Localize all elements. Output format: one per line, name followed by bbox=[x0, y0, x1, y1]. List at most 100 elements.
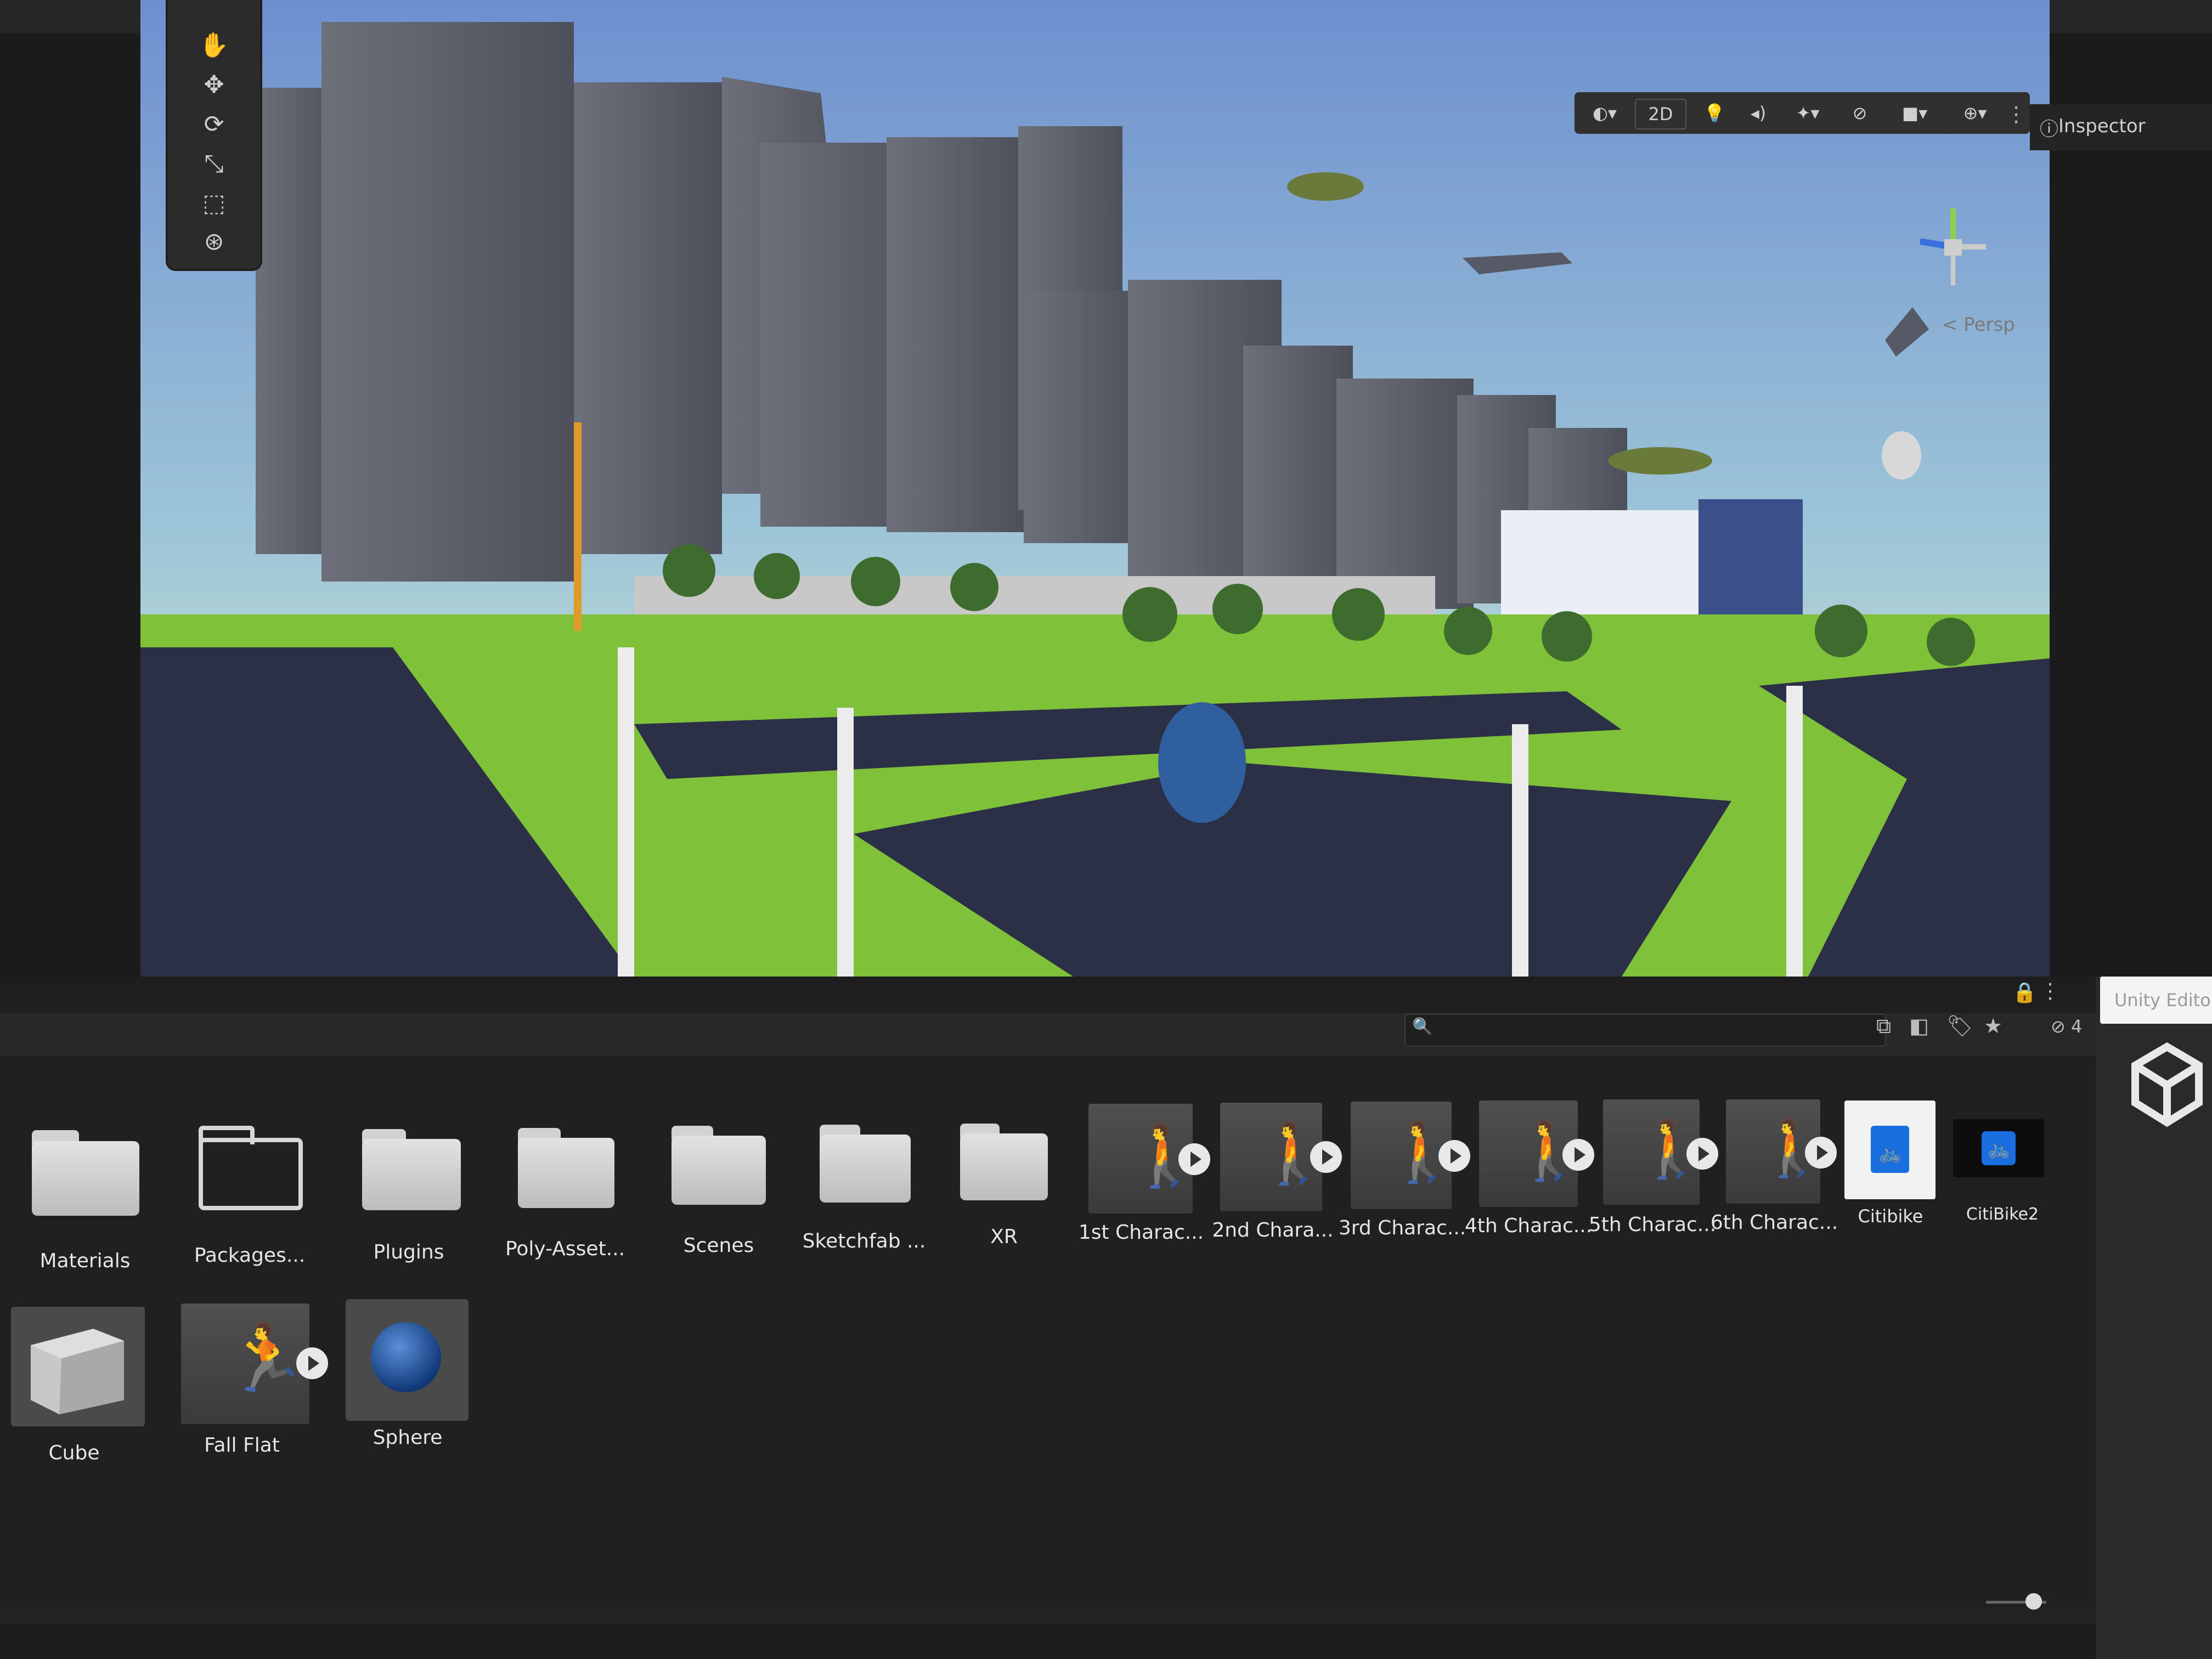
panel-menu-kebab[interactable]: ⋮ bbox=[2040, 979, 2061, 1003]
project-search-input[interactable] bbox=[1404, 1014, 1886, 1047]
lighting-toggle[interactable]: 💡 bbox=[1695, 99, 1734, 127]
effects-icon: ✦▾ bbox=[1796, 103, 1820, 123]
asset-label: Fall Flat bbox=[204, 1434, 280, 1457]
asset-label: Cube bbox=[48, 1442, 100, 1464]
scale-tool[interactable]: ⤡ bbox=[185, 147, 242, 181]
scene-tools-panel: ✋ ✥ ⟳ ⤡ ⬚ ⊛ bbox=[168, 0, 260, 269]
asset-label: XR bbox=[990, 1226, 1018, 1248]
eye-off-icon: ⊘ bbox=[2051, 1016, 2066, 1037]
scene-render bbox=[140, 0, 2050, 977]
orientation-gizmo[interactable] bbox=[1887, 187, 2019, 318]
eye-off-icon: ⊘ bbox=[1852, 103, 1867, 123]
inspector-tab-label: Inspector bbox=[2058, 115, 2146, 137]
scale-icon: ⤡ bbox=[204, 150, 224, 178]
unity-logo-icon bbox=[2131, 1042, 2203, 1127]
rect-tool[interactable]: ⬚ bbox=[185, 187, 242, 221]
play-animation-button[interactable] bbox=[1310, 1141, 1342, 1173]
hidden-objects-toggle[interactable]: ⊘ bbox=[1838, 99, 1882, 127]
folder-poly-assets[interactable] bbox=[518, 1128, 614, 1209]
camera-dropdown[interactable]: ■▾ bbox=[1887, 99, 1942, 127]
fall-flat-animation-asset[interactable]: 🏃 bbox=[181, 1304, 309, 1424]
hidden-packages-toggle[interactable]: ⊘ 4 bbox=[2051, 1016, 2082, 1037]
bike-icon: 🚲 bbox=[1878, 1142, 1902, 1164]
asset-label: Plugins bbox=[373, 1241, 444, 1263]
character-prefab-thumb[interactable]: 🚶 bbox=[1220, 1103, 1330, 1211]
play-animation-button[interactable] bbox=[1562, 1139, 1594, 1171]
folder-icon-body bbox=[518, 1138, 614, 1208]
star-icon: ★ bbox=[1984, 1014, 2003, 1038]
speaker-icon: ◂) bbox=[1750, 103, 1767, 123]
hidden-packages-count: 4 bbox=[2070, 1016, 2083, 1037]
character-prefab-thumb[interactable]: 🚶 bbox=[1088, 1104, 1202, 1214]
asset-label: 1st Charac... bbox=[1078, 1221, 1204, 1244]
play-animation-button[interactable] bbox=[1178, 1143, 1210, 1175]
folder-icon-body bbox=[32, 1141, 139, 1216]
asset-label: 2nd Chara... bbox=[1212, 1219, 1334, 1242]
audio-toggle[interactable]: ◂) bbox=[1739, 99, 1778, 127]
gizmos-dropdown[interactable]: ⊕▾ bbox=[1948, 99, 2002, 127]
character-prefab-thumb[interactable]: 🚶 bbox=[1603, 1099, 1706, 1205]
filter-icon: ⧉ bbox=[1876, 1014, 1892, 1038]
toggle-2d-button[interactable]: 2D bbox=[1635, 99, 1686, 129]
sphere-asset[interactable] bbox=[346, 1299, 469, 1421]
play-animation-button[interactable] bbox=[296, 1347, 328, 1379]
asset-label: Materials bbox=[40, 1250, 131, 1272]
play-animation-button[interactable] bbox=[1805, 1137, 1837, 1169]
folder-outline-icon-body bbox=[199, 1138, 303, 1210]
project-footer bbox=[0, 1624, 2096, 1659]
asset-label: 4th Charac... bbox=[1464, 1215, 1593, 1237]
hand-tool[interactable]: ✋ bbox=[185, 29, 242, 63]
asset-label: 5th Charac... bbox=[1588, 1214, 1717, 1236]
scene-view[interactable] bbox=[140, 0, 2050, 977]
sphere-thumbnail bbox=[371, 1322, 441, 1392]
asset-label: Poly-Asset... bbox=[505, 1238, 625, 1260]
effects-dropdown[interactable]: ✦▾ bbox=[1783, 99, 1832, 127]
search-by-type-button[interactable]: ◧ bbox=[1909, 1014, 1929, 1038]
bike-icon: 🚲 bbox=[1987, 1138, 2011, 1160]
label-icon: 🏷 bbox=[1946, 1014, 1973, 1038]
project-tab-bar bbox=[0, 977, 2096, 1013]
asset-label: 3rd Charac... bbox=[1338, 1217, 1466, 1239]
transform-tool[interactable]: ⊛ bbox=[185, 225, 242, 259]
rect-icon: ⬚ bbox=[202, 189, 225, 217]
folder-packages[interactable] bbox=[199, 1126, 303, 1214]
info-icon: ⓘ bbox=[2040, 119, 2058, 140]
folder-materials[interactable] bbox=[32, 1130, 139, 1218]
folder-plugins[interactable] bbox=[362, 1129, 461, 1211]
scene-view-toolbar: ◐▾ 2D 💡 ◂) ✦▾ ⊘ ■▾ ⊕▾ bbox=[1575, 92, 2030, 134]
rotate-tool[interactable]: ⟳ bbox=[185, 108, 242, 142]
character-figure-icon: 🏃 bbox=[225, 1320, 307, 1396]
folder-icon-body bbox=[820, 1135, 911, 1203]
asset-label: 6th Charac... bbox=[1710, 1211, 1838, 1234]
character-prefab-thumb[interactable]: 🚶 bbox=[1351, 1102, 1458, 1209]
search-by-label-button[interactable]: 🏷 bbox=[1946, 1014, 1973, 1039]
perspective-label[interactable]: < Persp bbox=[1942, 314, 2015, 336]
citibike-image-asset[interactable]: 🚲 bbox=[1844, 1101, 1936, 1199]
icon-size-slider-handle[interactable] bbox=[2025, 1593, 2042, 1610]
asset-label: Sketchfab ... bbox=[802, 1230, 926, 1252]
move-tool[interactable]: ✥ bbox=[185, 68, 242, 102]
citibike2-image-asset[interactable]: 🚲 bbox=[1953, 1119, 2044, 1177]
folder-icon-body bbox=[960, 1133, 1048, 1200]
favorites-button[interactable]: ★ bbox=[1984, 1014, 2002, 1038]
cube-thumbnail bbox=[31, 1329, 124, 1414]
move-icon: ✥ bbox=[204, 71, 224, 99]
search-icon: 🔍 bbox=[1412, 1017, 1433, 1036]
folder-sketchfab[interactable] bbox=[820, 1125, 911, 1204]
cube-asset[interactable] bbox=[11, 1307, 145, 1426]
gizmo-icon: ⊕▾ bbox=[1963, 103, 1987, 123]
play-animation-button[interactable] bbox=[1686, 1138, 1718, 1170]
lock-icon[interactable]: 🔒 bbox=[2012, 981, 2037, 1004]
camera-icon: ■▾ bbox=[1901, 103, 1928, 123]
folder-scenes[interactable] bbox=[672, 1126, 766, 1206]
asset-label: Sphere bbox=[373, 1426, 443, 1449]
lightbulb-icon: 💡 bbox=[1703, 103, 1725, 123]
asset-label: CitiBike2 bbox=[1966, 1205, 2039, 1224]
play-animation-button[interactable] bbox=[1438, 1140, 1470, 1172]
create-filter-button[interactable]: ⧉ bbox=[1876, 1014, 1891, 1039]
scene-menu-kebab[interactable]: ⋮ bbox=[2006, 102, 2027, 126]
shading-mode-dropdown[interactable]: ◐▾ bbox=[1580, 99, 1629, 127]
asset-label: Packages... bbox=[194, 1244, 306, 1267]
folder-xr[interactable] bbox=[960, 1124, 1048, 1201]
rotate-icon: ⟳ bbox=[204, 110, 224, 138]
